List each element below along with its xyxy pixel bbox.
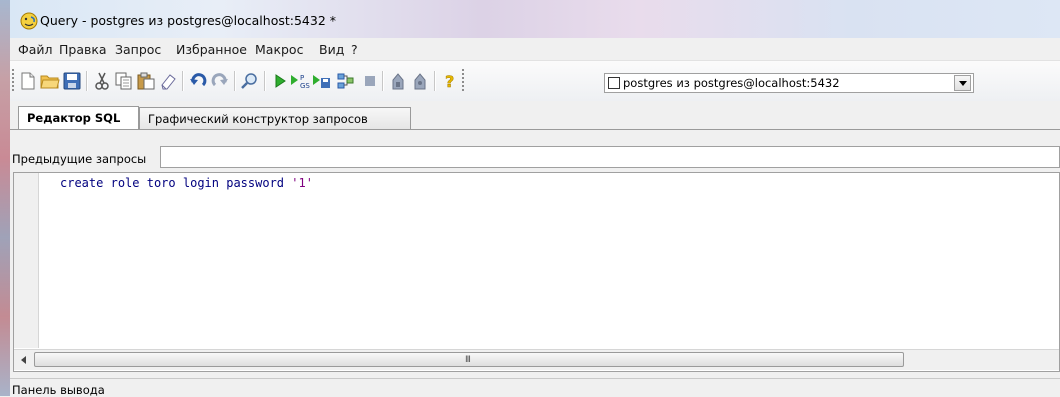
output-panel: Панель вывода: [10, 378, 1060, 397]
menu-macros[interactable]: Макрос: [255, 42, 303, 57]
tab-graphical-query-builder[interactable]: Графический конструктор запросов: [139, 107, 411, 129]
desktop-background-strip: [0, 0, 10, 396]
sql-string-token: '1': [291, 176, 313, 190]
menu-favorites[interactable]: Избранное: [176, 42, 247, 57]
scrollbar-grip: III: [465, 355, 471, 365]
sql-token: create: [60, 176, 104, 190]
output-panel-label: Панель вывода: [12, 383, 105, 397]
window-titlebar: Query - postgres из postgres@localhost:5…: [10, 0, 1060, 38]
copy-icon[interactable]: [114, 71, 134, 91]
window-title: Query - postgres из postgres@localhost:5…: [40, 13, 337, 28]
connection-value: postgres из postgres@localhost:5432: [623, 76, 840, 90]
sql-editor[interactable]: create role toro login password '1' III: [13, 172, 1060, 372]
menu-help[interactable]: ?: [351, 42, 358, 57]
explain-icon[interactable]: P GS: [290, 71, 310, 91]
menu-edit[interactable]: Правка: [59, 42, 107, 57]
paste-icon[interactable]: [136, 71, 156, 91]
execute-icon[interactable]: [270, 71, 290, 91]
find-icon[interactable]: [240, 71, 260, 91]
tab-sql-editor[interactable]: Редактор SQL: [18, 106, 139, 130]
connection-checkbox[interactable]: [608, 77, 620, 89]
toolbar-separator: [86, 71, 88, 91]
menu-query[interactable]: Запрос: [115, 42, 161, 57]
open-folder-icon[interactable]: [40, 71, 60, 91]
previous-queries-label: Предыдущие запросы: [12, 152, 147, 166]
menu-file[interactable]: Файл: [18, 42, 53, 57]
sql-token: login: [182, 176, 219, 190]
toolbar-separator: [234, 71, 236, 91]
redo-icon[interactable]: [210, 71, 230, 91]
horizontal-scrollbar[interactable]: III: [14, 349, 1059, 370]
clear-icon[interactable]: [158, 71, 178, 91]
scrollbar-thumb[interactable]: III: [34, 352, 904, 367]
toolbar-separator: [182, 71, 184, 91]
undo-icon[interactable]: [188, 71, 208, 91]
toolbar-separator: [264, 71, 266, 91]
editor-tabs: Редактор SQL Графический конструктор зап…: [10, 101, 1060, 139]
svg-text:P: P: [300, 74, 304, 82]
toolbar-grip[interactable]: [12, 69, 14, 93]
scroll-left-icon[interactable]: [18, 354, 30, 366]
save-icon[interactable]: [62, 71, 82, 91]
toolbar-separator: [382, 71, 384, 91]
vacuum-icon[interactable]: [388, 71, 408, 91]
cut-icon[interactable]: [92, 71, 112, 91]
svg-text:?: ?: [445, 72, 454, 90]
editor-gutter: [14, 173, 39, 348]
sql-token: role: [110, 176, 140, 190]
svg-text:GS: GS: [300, 82, 310, 90]
toolbar-separator: [434, 71, 436, 91]
menu-bar: Файл Правка Запрос Избранное Макрос Вид …: [10, 38, 1060, 61]
tab-divider: [10, 129, 1060, 130]
new-icon[interactable]: [18, 71, 38, 91]
pgadmin-elephant-icon: [20, 12, 38, 30]
execute-to-file-icon[interactable]: [312, 71, 332, 91]
stop-icon[interactable]: [360, 71, 380, 91]
connection-select[interactable]: postgres из postgres@localhost:5432: [604, 73, 974, 93]
toolbar-grip[interactable]: [462, 69, 464, 93]
chevron-down-icon[interactable]: [954, 75, 971, 91]
previous-queries-select[interactable]: [160, 146, 1060, 168]
sql-code-text: create role toro login password '1': [60, 176, 313, 190]
code-line[interactable]: create role toro login password '1': [60, 176, 313, 190]
help-icon[interactable]: ?: [440, 71, 460, 91]
sql-token: password: [226, 176, 285, 190]
sql-token: toro: [146, 176, 176, 190]
menu-view[interactable]: Вид: [319, 42, 344, 57]
analyze-icon[interactable]: [410, 71, 430, 91]
explain-options-icon[interactable]: [336, 71, 356, 91]
